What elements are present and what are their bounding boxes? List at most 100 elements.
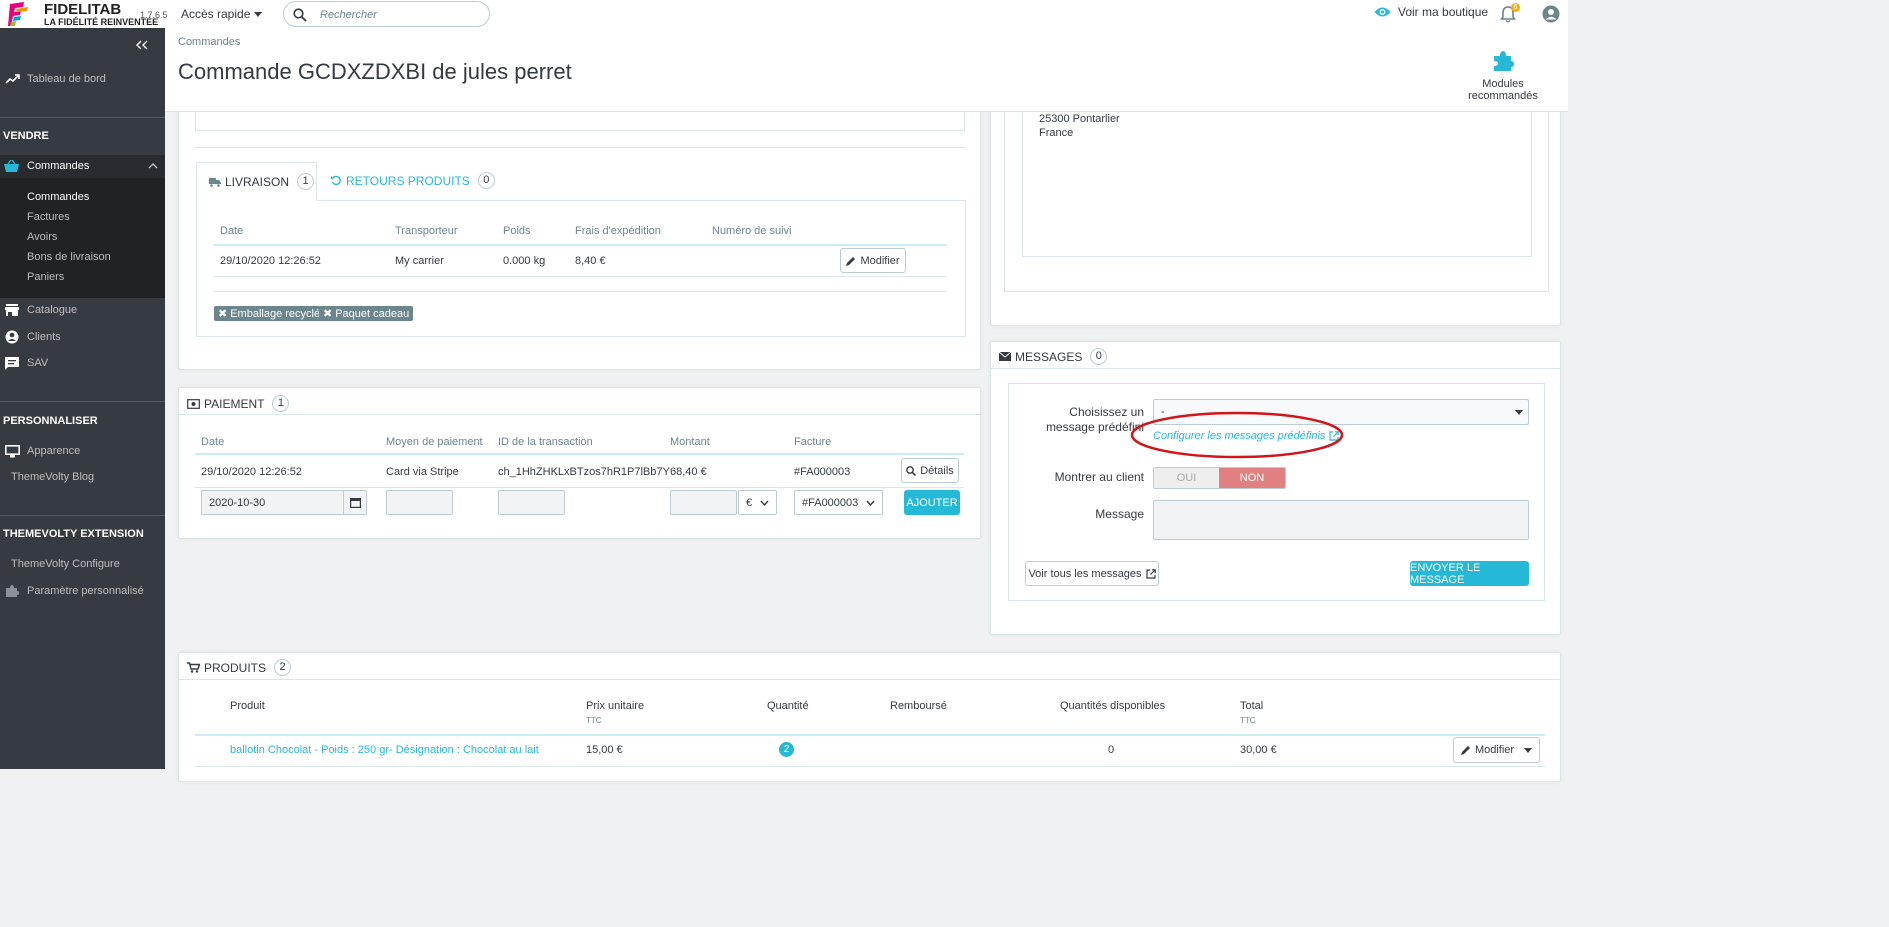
trending-up-icon [5, 74, 20, 84]
payment-date: 29/10/2020 12:26:52 [201, 466, 302, 478]
tag-gift-wrap[interactable]: ✖ Paquet cadeau [319, 306, 414, 321]
sidebar-item-label: Tableau de bord [27, 73, 106, 85]
tag-recycled-packaging[interactable]: ✖ Emballage recyclé [214, 306, 325, 321]
sidebar-item-blog[interactable]: ThemeVolty Blog [11, 471, 94, 483]
breadcrumb[interactable]: Commandes [178, 36, 240, 48]
recommended-modules-button[interactable]: Modules recommandés [1448, 50, 1558, 102]
sidebar-item-sav[interactable]: SAV [0, 353, 165, 373]
show-client-toggle[interactable]: OUI NON [1153, 467, 1286, 489]
puzzle-icon [1494, 51, 1514, 71]
edit-product-button[interactable]: Modifier [1453, 737, 1540, 763]
chevron-down-icon [760, 500, 769, 506]
count-badge: 1 [272, 395, 290, 412]
user-menu[interactable] [1542, 5, 1560, 23]
divider [0, 515, 165, 516]
show-client-label: Montrer au client [1054, 470, 1144, 484]
send-message-button[interactable]: ENVOYER LE MESSAGE [1410, 561, 1529, 586]
brand-logo[interactable] [8, 1, 30, 27]
currency-select[interactable]: € [738, 490, 777, 515]
divider [195, 766, 1545, 767]
sidebar-item-dashboard[interactable]: Tableau de bord [0, 69, 165, 89]
quick-access-label: Accès rapide [181, 7, 251, 21]
submenu-carts[interactable]: Paniers [27, 271, 64, 283]
submenu-credit-slips[interactable]: Avoirs [27, 231, 57, 243]
submenu-orders[interactable]: Commandes [27, 191, 89, 203]
col-available: Quantités disponibles [1060, 700, 1166, 712]
quick-access-menu[interactable]: Accès rapide [181, 7, 263, 21]
amount-input[interactable] [670, 490, 737, 515]
message-form: Choisissez un message prédéfini - Config… [1008, 383, 1545, 601]
payment-invoice: #FA000003 [794, 466, 851, 478]
col-unit-price: Prix unitaire [586, 700, 645, 712]
product-name-link[interactable]: ballotin Chocolat - Poids : 250 gr- Dési… [230, 744, 539, 756]
view-all-messages-button[interactable]: Voir tous les messages [1025, 561, 1159, 586]
toggle-no[interactable]: NON [1219, 468, 1285, 488]
col-weight: Poids [503, 225, 531, 237]
col-invoice: Facture [794, 436, 832, 448]
sidebar-item-clients[interactable]: Clients [0, 327, 165, 347]
edit-shipping-button[interactable]: Modifier [840, 248, 906, 273]
sidebar-item-custom-param[interactable]: Paramètre personnalisé [0, 581, 165, 601]
notifications-button[interactable]: 6 [1500, 3, 1520, 23]
ttc-label: TTC [586, 716, 602, 725]
divider [195, 487, 964, 488]
address-panel: 25300 Pontarlier France [990, 100, 1561, 326]
chat-icon [5, 356, 19, 370]
divider [0, 401, 165, 402]
view-shop-link[interactable]: Voir ma boutique [1374, 5, 1488, 19]
page-header: Commandes Commande GCDXZDXBI de jules pe… [165, 28, 1568, 112]
invoice-value: #FA000003 [802, 496, 859, 509]
tag-label: Emballage recyclé [230, 307, 321, 320]
address-city: 25300 Pontarlier [1039, 113, 1120, 125]
tab-returns[interactable]: RETOURS PRODUITS 0 [331, 172, 495, 189]
submenu-delivery-slips[interactable]: Bons de livraison [27, 251, 111, 263]
divider [991, 368, 1560, 369]
sidebar-item-catalog[interactable]: Catalogue [0, 300, 165, 320]
edit-product-label: Modifier [1474, 744, 1515, 756]
count-badge: 2 [274, 659, 292, 676]
payment-heading: PAIEMENT 1 [187, 395, 290, 412]
collapse-icon[interactable] [136, 40, 148, 50]
divider [179, 679, 1560, 680]
sidebar-item-tv-configure[interactable]: ThemeVolty Configure [11, 558, 120, 570]
payment-details-button[interactable]: Détails [901, 458, 959, 483]
delivery-tab-content: Date Transporteur Poids Frais d'expéditi… [196, 200, 966, 337]
top-bar: FIDELITAB LA FIDÉLITÉ REINVENTÉE 1.7.6.5… [0, 0, 1568, 28]
payment-title: PAIEMENT [204, 396, 265, 411]
puzzle-icon [6, 585, 19, 597]
invoice-select[interactable]: #FA000003 [794, 490, 883, 515]
calendar-button[interactable] [343, 490, 367, 515]
currency-value: € [746, 496, 753, 509]
sidebar-item-label: Catalogue [27, 304, 78, 316]
highlight-circle [1130, 411, 1344, 459]
search-icon [906, 465, 917, 476]
search-input[interactable]: Rechercher [283, 1, 490, 27]
section-extension: THEMEVOLTY EXTENSION [3, 528, 144, 540]
transaction-id-input[interactable] [498, 490, 565, 515]
shipping-weight: 0.000 kg [503, 255, 546, 267]
caret-down-icon [1524, 747, 1533, 753]
payment-method-input[interactable] [386, 490, 453, 515]
add-payment-button[interactable]: AJOUTER [904, 490, 960, 515]
section-sell: VENDRE [3, 130, 49, 142]
col-transaction-id: ID de la transaction [498, 436, 593, 448]
sidebar-item-orders[interactable]: Commandes [0, 155, 165, 178]
message-textarea[interactable] [1153, 500, 1529, 540]
basket-icon [4, 160, 19, 172]
col-tracking: Numéro de suivi [712, 225, 792, 237]
sidebar-item-appearance[interactable]: Apparence [0, 441, 165, 461]
sidebar-item-label: Paramètre personnalisé [27, 585, 144, 597]
messages-panel: MESSAGES 0 Choisissez un message prédéfin… [990, 341, 1561, 635]
toggle-yes[interactable]: OUI [1154, 468, 1219, 488]
payment-method: Card via Stripe [386, 466, 459, 478]
date-value: 2020-10-30 [209, 496, 266, 509]
product-quantity-badge: 2 [779, 742, 794, 757]
tab-delivery[interactable]: LIVRAISON 1 [196, 162, 317, 201]
edit-shipping-label: Modifier [860, 254, 900, 267]
divider [179, 414, 980, 415]
address-inner: 25300 Pontarlier France [1022, 101, 1532, 257]
divider [195, 453, 964, 455]
divider [195, 147, 965, 148]
submenu-invoices[interactable]: Factures [27, 211, 70, 223]
money-icon [187, 398, 200, 409]
